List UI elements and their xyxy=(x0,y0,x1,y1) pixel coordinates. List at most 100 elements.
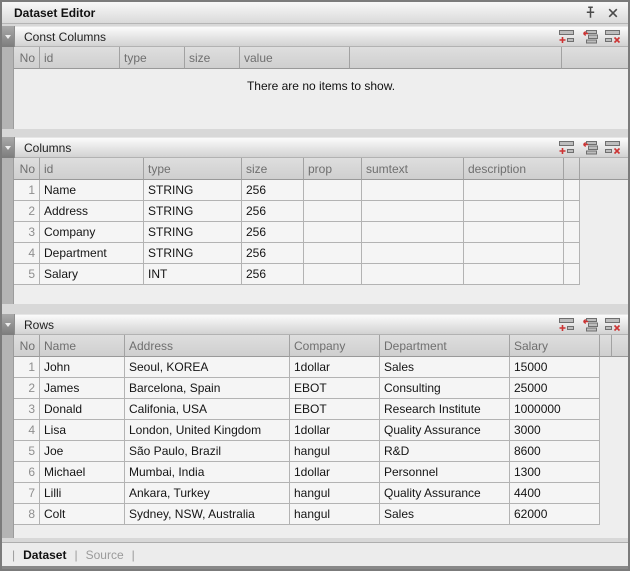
cell-name[interactable]: Donald xyxy=(40,399,125,420)
cell-salary[interactable]: 8600 xyxy=(510,441,600,462)
cell-size[interactable]: 256 xyxy=(242,222,304,243)
add-row-icon[interactable] xyxy=(559,30,575,44)
cell-name[interactable]: Michael xyxy=(40,462,125,483)
cell-department[interactable]: Sales xyxy=(380,504,510,525)
insert-row-icon[interactable] xyxy=(582,30,598,44)
cell-description[interactable] xyxy=(464,180,564,201)
cell-name[interactable]: Colt xyxy=(40,504,125,525)
column-header-no[interactable]: No xyxy=(14,47,40,69)
cell-department[interactable]: Personnel xyxy=(380,462,510,483)
insert-row-icon[interactable] xyxy=(582,318,598,332)
cell-salary[interactable]: 25000 xyxy=(510,378,600,399)
cell-sumtext[interactable] xyxy=(362,222,464,243)
row-number-cell[interactable]: 4 xyxy=(14,243,40,264)
cell-id[interactable]: Company xyxy=(40,222,144,243)
row-number-cell[interactable]: 8 xyxy=(14,504,40,525)
cell-id[interactable]: Department xyxy=(40,243,144,264)
cell-prop[interactable] xyxy=(304,222,362,243)
chevron-down-icon[interactable] xyxy=(2,26,15,47)
column-header-no[interactable]: No xyxy=(14,335,40,357)
cell-name[interactable]: Lisa xyxy=(40,420,125,441)
column-header-address[interactable]: Address xyxy=(125,335,290,357)
cell-company[interactable]: EBOT xyxy=(290,378,380,399)
row-number-cell[interactable]: 5 xyxy=(14,441,40,462)
tab-dataset[interactable]: Dataset xyxy=(21,548,68,562)
chevron-down-icon[interactable] xyxy=(2,137,15,158)
cell-address[interactable]: Mumbai, India xyxy=(125,462,290,483)
delete-row-icon[interactable] xyxy=(605,30,621,44)
column-header-sumtext[interactable]: sumtext xyxy=(362,158,464,180)
row-number-cell[interactable]: 3 xyxy=(14,399,40,420)
cell-salary[interactable]: 15000 xyxy=(510,357,600,378)
cell-address[interactable]: Califonia, USA xyxy=(125,399,290,420)
cell-type[interactable]: STRING xyxy=(144,243,242,264)
column-header-prop[interactable]: prop xyxy=(304,158,362,180)
column-header-no[interactable]: No xyxy=(14,158,40,180)
column-header-name[interactable]: Name xyxy=(40,335,125,357)
cell-id[interactable]: Name xyxy=(40,180,144,201)
row-number-cell[interactable]: 7 xyxy=(14,483,40,504)
column-header-department[interactable]: Department xyxy=(380,335,510,357)
row-number-cell[interactable]: 2 xyxy=(14,201,40,222)
cell-name[interactable]: James xyxy=(40,378,125,399)
cell-company[interactable]: 1dollar xyxy=(290,462,380,483)
delete-row-icon[interactable] xyxy=(605,318,621,332)
column-header-id[interactable]: id xyxy=(40,47,120,69)
cell-company[interactable]: 1dollar xyxy=(290,357,380,378)
row-number-cell[interactable]: 5 xyxy=(14,264,40,285)
cell-size[interactable]: 256 xyxy=(242,264,304,285)
cell-company[interactable]: hangul xyxy=(290,441,380,462)
cell-salary[interactable]: 4400 xyxy=(510,483,600,504)
cell-department[interactable]: Research Institute xyxy=(380,399,510,420)
cell-name[interactable]: John xyxy=(40,357,125,378)
cell-prop[interactable] xyxy=(304,180,362,201)
cell-description[interactable] xyxy=(464,201,564,222)
cell-salary[interactable]: 3000 xyxy=(510,420,600,441)
cell-salary[interactable]: 1300 xyxy=(510,462,600,483)
column-header-description[interactable]: description xyxy=(464,158,564,180)
column-header-salary[interactable]: Salary xyxy=(510,335,600,357)
cell-address[interactable]: Seoul, KOREA xyxy=(125,357,290,378)
cell-name[interactable]: Lilli xyxy=(40,483,125,504)
column-header-type[interactable]: type xyxy=(120,47,185,69)
cell-address[interactable]: Sydney, NSW, Australia xyxy=(125,504,290,525)
pushpin-icon[interactable] xyxy=(585,6,596,20)
cell-type[interactable]: STRING xyxy=(144,180,242,201)
cell-description[interactable] xyxy=(464,243,564,264)
cell-prop[interactable] xyxy=(304,243,362,264)
cell-address[interactable]: Barcelona, Spain xyxy=(125,378,290,399)
chevron-down-icon[interactable] xyxy=(2,314,15,335)
column-header-company[interactable]: Company xyxy=(290,335,380,357)
cell-address[interactable]: London, United Kingdom xyxy=(125,420,290,441)
cell-department[interactable]: R&D xyxy=(380,441,510,462)
cell-type[interactable]: STRING xyxy=(144,222,242,243)
cell-salary[interactable]: 1000000 xyxy=(510,399,600,420)
cell-company[interactable]: EBOT xyxy=(290,399,380,420)
cell-address[interactable]: São Paulo, Brazil xyxy=(125,441,290,462)
cell-department[interactable]: Quality Assurance xyxy=(380,483,510,504)
column-header-value[interactable]: value xyxy=(240,47,350,69)
cell-description[interactable] xyxy=(464,264,564,285)
cell-description[interactable] xyxy=(464,222,564,243)
cell-department[interactable]: Sales xyxy=(380,357,510,378)
delete-row-icon[interactable] xyxy=(605,141,621,155)
cell-id[interactable]: Salary xyxy=(40,264,144,285)
tab-source[interactable]: Source xyxy=(84,548,126,562)
insert-row-icon[interactable] xyxy=(582,141,598,155)
cell-size[interactable]: 256 xyxy=(242,243,304,264)
cell-department[interactable]: Consulting xyxy=(380,378,510,399)
cell-id[interactable]: Address xyxy=(40,201,144,222)
cell-company[interactable]: 1dollar xyxy=(290,420,380,441)
cell-department[interactable]: Quality Assurance xyxy=(380,420,510,441)
column-header-id[interactable]: id xyxy=(40,158,144,180)
cell-name[interactable]: Joe xyxy=(40,441,125,462)
cell-type[interactable]: STRING xyxy=(144,201,242,222)
cell-company[interactable]: hangul xyxy=(290,504,380,525)
cell-company[interactable]: hangul xyxy=(290,483,380,504)
column-header-type[interactable]: type xyxy=(144,158,242,180)
cell-size[interactable]: 256 xyxy=(242,201,304,222)
row-number-cell[interactable]: 1 xyxy=(14,180,40,201)
column-header-size[interactable]: size xyxy=(185,47,240,69)
cell-size[interactable]: 256 xyxy=(242,180,304,201)
cell-sumtext[interactable] xyxy=(362,201,464,222)
